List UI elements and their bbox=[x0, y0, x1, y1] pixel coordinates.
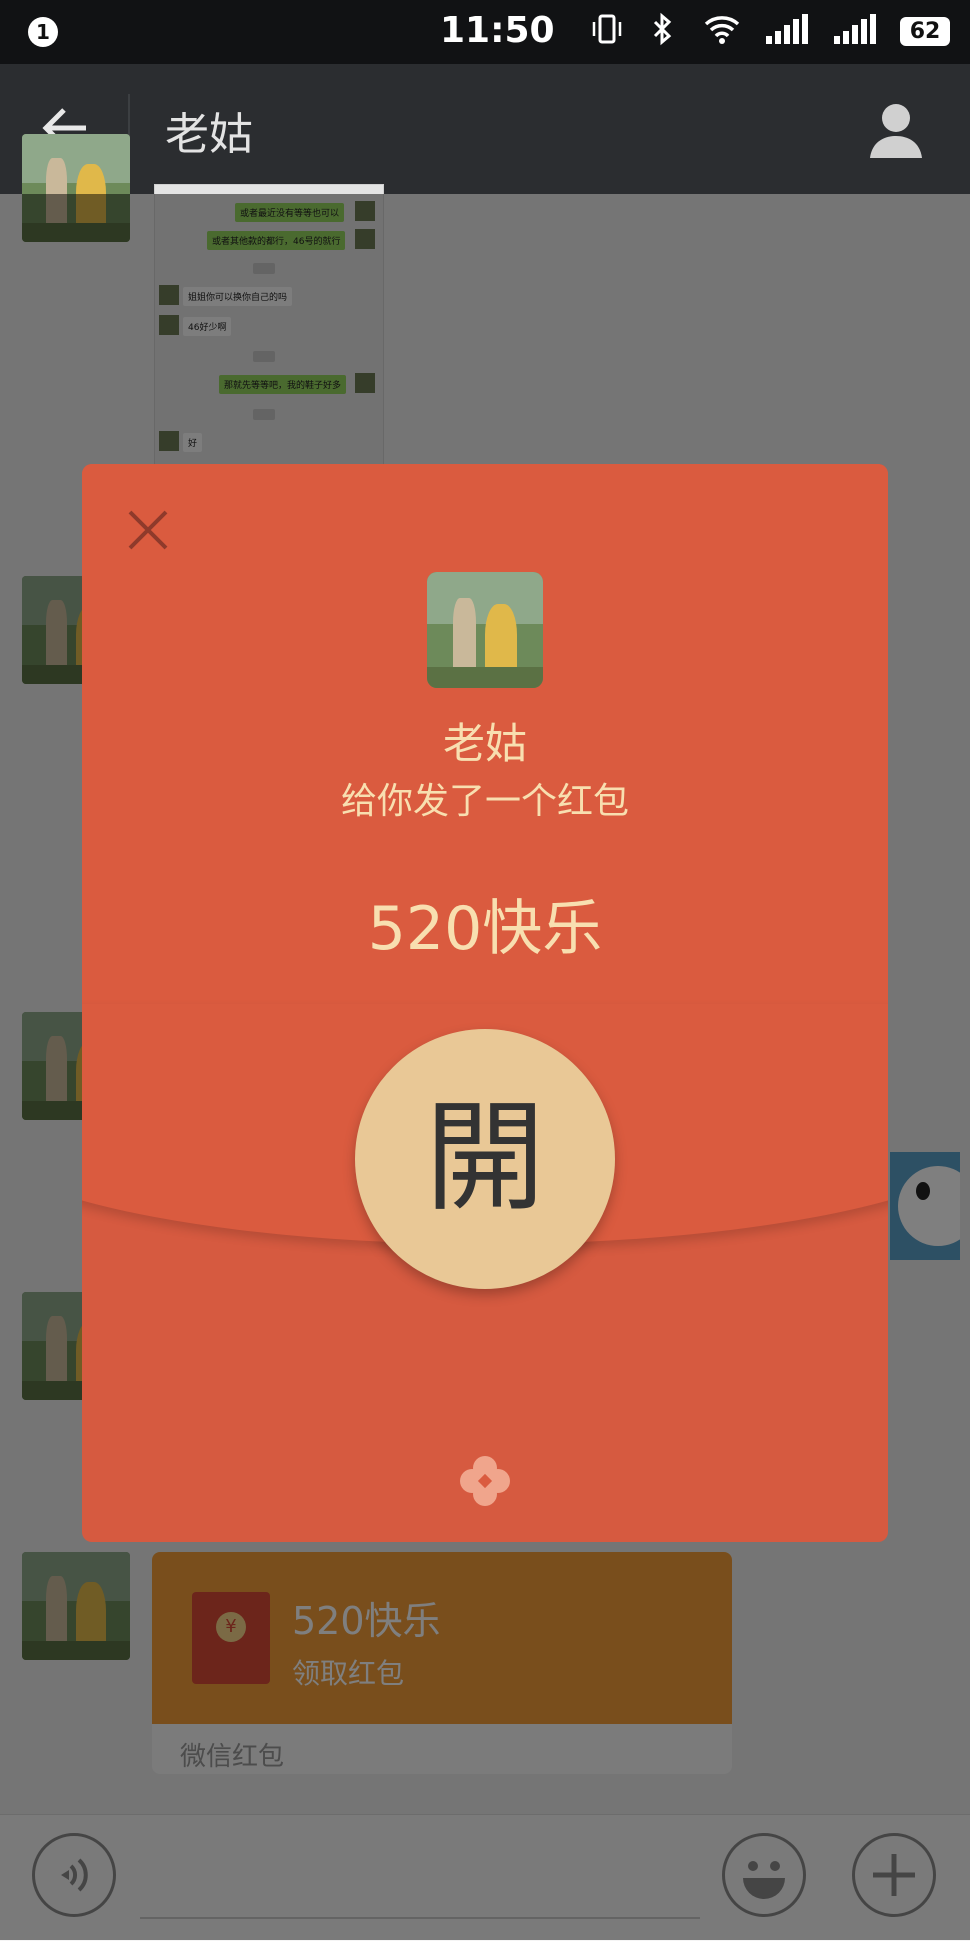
chat-profile-button[interactable] bbox=[862, 96, 930, 164]
open-red-packet-button[interactable]: 開 bbox=[355, 1029, 615, 1289]
battery-indicator: 62 bbox=[900, 16, 950, 46]
close-button[interactable] bbox=[124, 506, 172, 554]
close-icon bbox=[128, 510, 168, 550]
status-icons: 62 bbox=[590, 12, 950, 50]
flower-icon bbox=[458, 1454, 512, 1508]
bluetooth-icon bbox=[646, 12, 680, 50]
sender-avatar bbox=[427, 572, 543, 688]
person-icon bbox=[870, 104, 922, 158]
red-packet-modal: 老姑 给你发了一个红包 520快乐 開 bbox=[82, 464, 888, 1542]
chat-title: 老姑 bbox=[165, 109, 253, 160]
red-packet-greeting: 520快乐 bbox=[367, 894, 603, 964]
wifi-icon bbox=[702, 12, 742, 50]
chat-header: 老姑 bbox=[0, 64, 970, 194]
signal-icon-2 bbox=[832, 12, 878, 50]
notification-badge: 1 bbox=[28, 17, 58, 47]
sender-name: 老姑 bbox=[442, 719, 527, 768]
status-bar: 1 11:50 62 bbox=[0, 0, 970, 64]
vibrate-icon bbox=[590, 12, 624, 50]
signal-icon-1 bbox=[764, 12, 810, 50]
status-time: 11:50 bbox=[440, 10, 555, 51]
sender-message: 给你发了一个红包 bbox=[340, 781, 629, 822]
